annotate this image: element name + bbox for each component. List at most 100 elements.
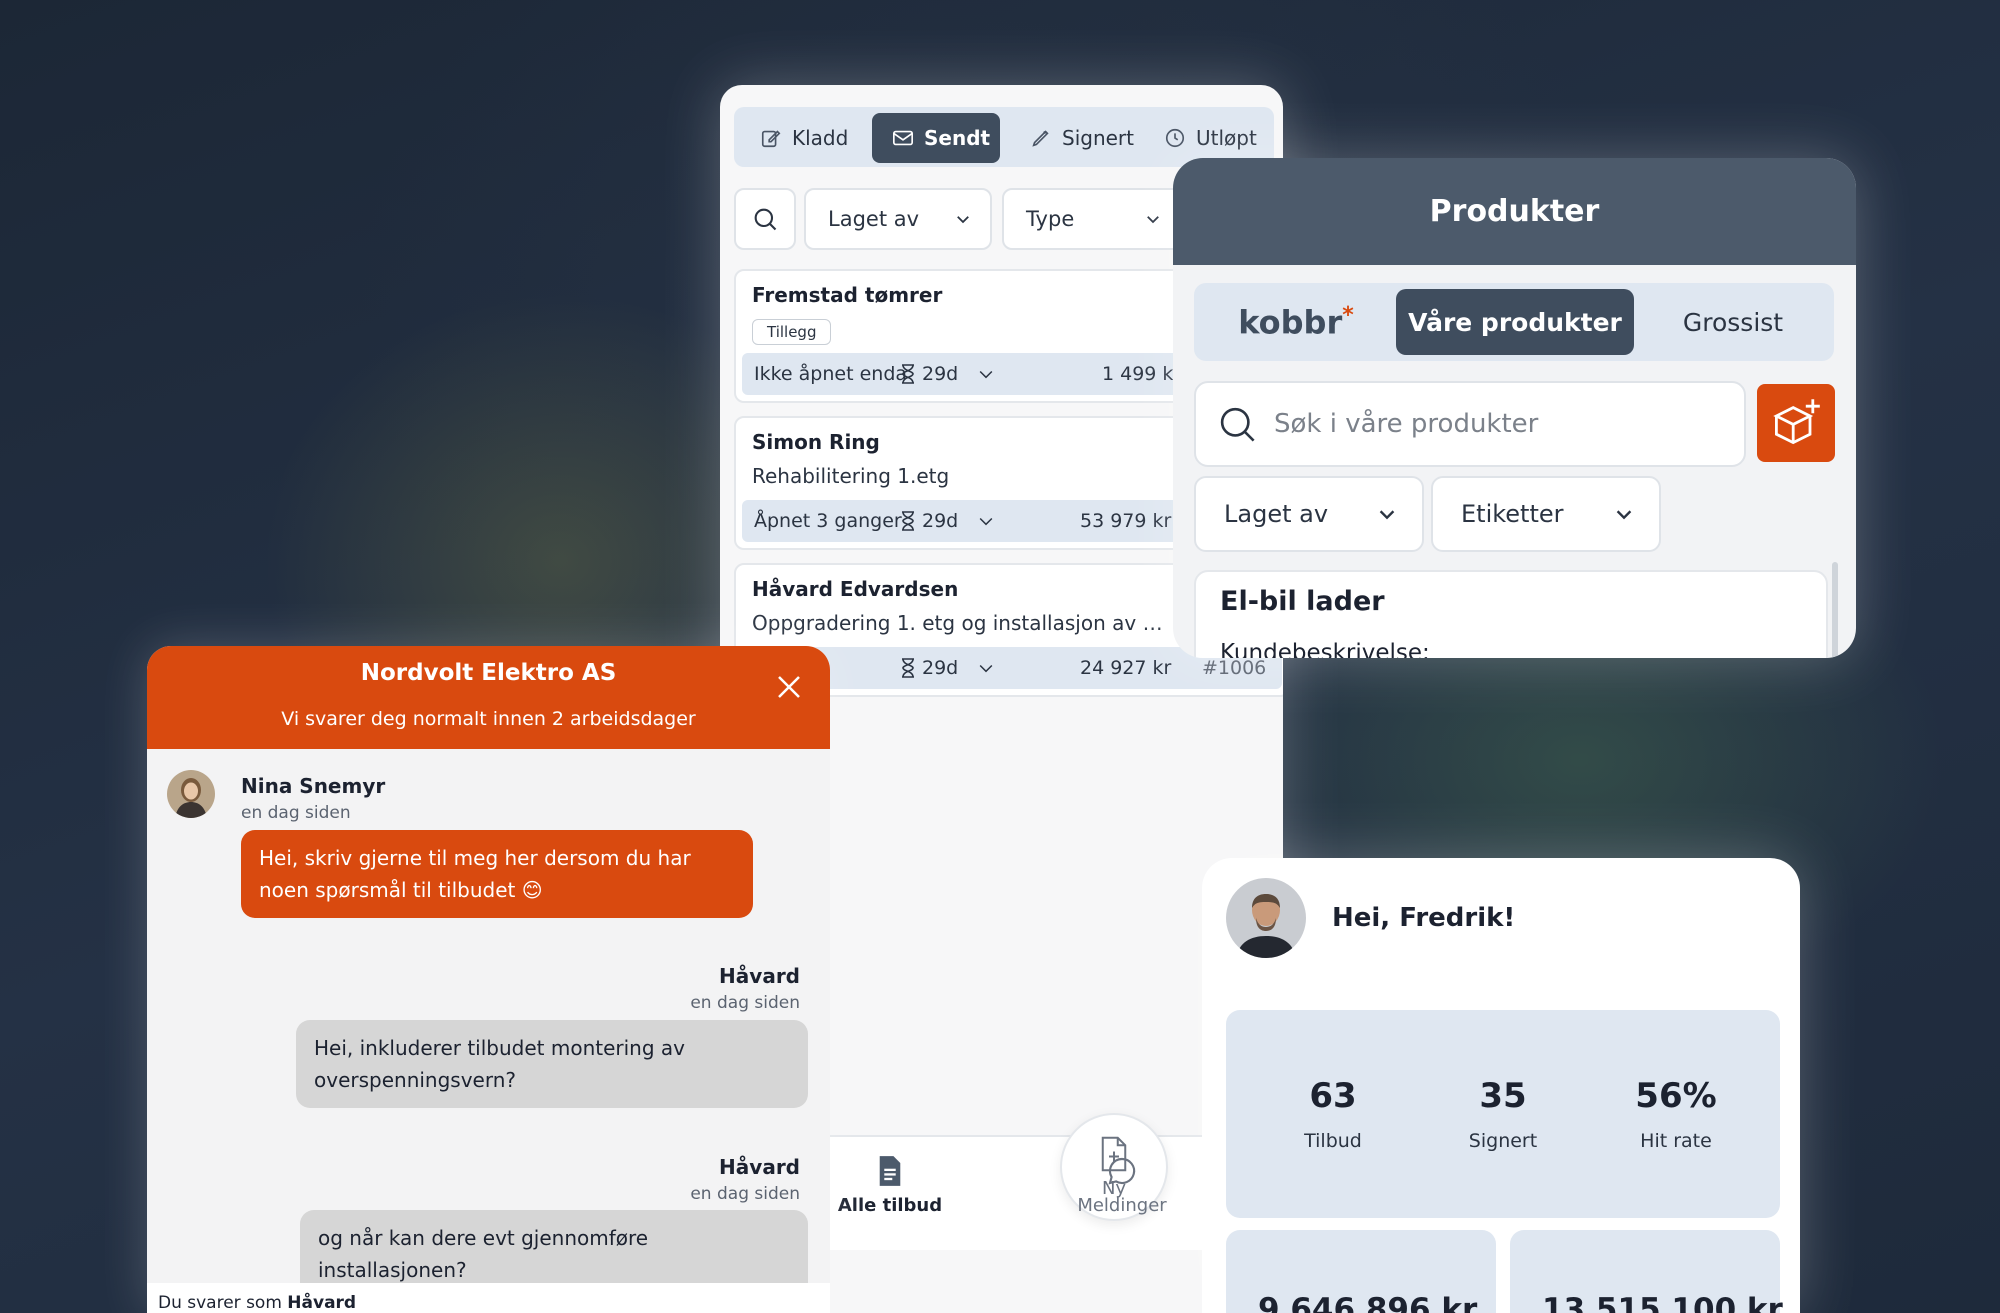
- response-time: Vi svarer deg normalt innen 2 arbeidsdag…: [281, 708, 696, 730]
- tab-our-products[interactable]: Våre produkter: [1396, 289, 1634, 355]
- message-author: Nina Snemyr: [241, 774, 386, 798]
- dashboard-panel: Hei, Fredrik! 63 Tilbud 35 Signert 56% H…: [1202, 858, 1800, 1313]
- panel-title: Produkter: [1429, 194, 1600, 229]
- chevron-down-icon[interactable]: [976, 658, 996, 678]
- message-time: en dag siden: [690, 1184, 800, 1204]
- product-search: [1194, 381, 1746, 467]
- kobbr-logo: kobbr*: [1238, 302, 1354, 342]
- product-search-input[interactable]: [1274, 409, 1694, 439]
- search-icon: [754, 208, 777, 231]
- search-button[interactable]: [734, 188, 796, 250]
- tab-signert[interactable]: Signert: [1010, 113, 1140, 163]
- clock-icon: [1165, 128, 1185, 148]
- message-time: en dag siden: [241, 803, 351, 823]
- chevron-down-icon: [1616, 510, 1632, 520]
- hourglass-icon: [902, 364, 914, 384]
- tab-label: Grossist: [1682, 307, 1784, 337]
- offer-days: 29d: [900, 510, 996, 532]
- hourglass-icon: [902, 511, 914, 531]
- message-bubble: Hei, inkluderer tilbudet montering av ov…: [296, 1020, 808, 1108]
- labels-dropdown[interactable]: Etiketter: [1431, 476, 1661, 552]
- nav-all-offers[interactable]: Alle tilbud: [830, 1155, 950, 1216]
- chat-header: Nordvolt Elektro AS Vi svarer deg normal…: [147, 646, 830, 749]
- chevron-down-icon: [957, 216, 969, 224]
- company-name: Nordvolt Elektro AS: [360, 660, 617, 686]
- dropdown-label: Laget av: [1224, 500, 1329, 528]
- offer-amount: 53 979 kr: [1080, 510, 1172, 532]
- tab-sendt[interactable]: Sendt: [872, 113, 1000, 163]
- box-plus-icon: [1773, 399, 1820, 445]
- offer-customer: Fremstad tømrer: [752, 283, 943, 307]
- edit-icon: [761, 130, 781, 148]
- message-time: en dag siden: [690, 993, 800, 1013]
- products-panel: Produkter kobbr* Våre produkter Grossist…: [1173, 158, 1856, 658]
- offer-amount: 24 927 kr: [1080, 657, 1172, 679]
- amount-card: 9 646 896 kr: [1226, 1230, 1496, 1313]
- tab-kobbr[interactable]: kobbr*: [1200, 289, 1392, 355]
- created-by-dropdown[interactable]: Laget av: [1194, 476, 1424, 552]
- offer-amount: 1 499 kr: [1102, 363, 1182, 385]
- add-product-button[interactable]: [1757, 384, 1835, 462]
- offer-days: 29d: [900, 363, 996, 385]
- days-value: 29d: [922, 510, 959, 532]
- chevron-down-icon: [1147, 216, 1159, 224]
- pen-icon: [1032, 130, 1049, 147]
- nav-messages[interactable]: Meldinger: [1062, 1155, 1182, 1216]
- close-icon[interactable]: [774, 672, 804, 702]
- offer-customer: Håvard Edvardsen: [752, 577, 959, 601]
- product-source-tabs: kobbr* Våre produkter Grossist: [1194, 283, 1834, 361]
- days-value: 29d: [922, 363, 959, 385]
- type-dropdown[interactable]: Type: [1002, 188, 1182, 250]
- greeting: Hei, Fredrik!: [1332, 903, 1516, 933]
- stat-label: Signert: [1468, 1130, 1538, 1152]
- mail-icon: [893, 130, 913, 146]
- stat-hit-rate: 56% Hit rate: [1596, 1076, 1756, 1152]
- scrollbar[interactable]: [1832, 562, 1838, 658]
- dropdown-label: Laget av: [828, 207, 920, 231]
- message-author: Håvard: [719, 1155, 800, 1179]
- stat-offers: 63 Tilbud: [1253, 1076, 1413, 1152]
- stats-summary: 63 Tilbud 35 Signert 56% Hit rate: [1226, 1010, 1780, 1218]
- tab-utlopt[interactable]: Utløpt: [1144, 113, 1272, 163]
- amount-card: 13 515 100 kr: [1510, 1230, 1783, 1313]
- chat-bubble-icon: [1108, 1157, 1136, 1185]
- stat-value: 56%: [1635, 1076, 1717, 1116]
- stat-label: Hit rate: [1640, 1130, 1712, 1152]
- offer-status: Ikke åpnet enda: [754, 363, 908, 385]
- created-by-dropdown[interactable]: Laget av: [804, 188, 992, 250]
- nav-label: Alle tilbud: [837, 1195, 943, 1216]
- offer-days: 29d: [900, 657, 996, 679]
- offer-description: Oppgradering 1. etg og installasjon av e…: [752, 611, 1172, 635]
- reply-as-label: Du svarer som Håvard: [147, 1283, 830, 1313]
- tab-label: Våre produkter: [1408, 307, 1622, 337]
- stat-value: 35: [1479, 1076, 1527, 1116]
- tab-label: Kladd: [792, 126, 849, 150]
- product-card[interactable]: El-bil lader Kundebeskrivelse:: [1194, 570, 1828, 658]
- dropdown-label: Etiketter: [1461, 500, 1564, 528]
- days-value: 29d: [922, 657, 959, 679]
- amount-value: 13 515 100 kr: [1542, 1292, 1783, 1313]
- message-author: Håvard: [719, 964, 800, 988]
- offer-tag: Tillegg: [752, 319, 832, 345]
- products-header: Produkter: [1173, 158, 1856, 265]
- tab-kladd[interactable]: Kladd: [740, 113, 868, 163]
- offer-description: Rehabilitering 1.etg: [752, 464, 950, 488]
- tab-label: Sendt: [924, 126, 991, 150]
- chevron-down-icon[interactable]: [976, 364, 996, 384]
- chat-panel: Nordvolt Elektro AS Vi svarer deg normal…: [147, 646, 830, 1313]
- tab-wholesaler[interactable]: Grossist: [1638, 289, 1828, 355]
- document-icon: [879, 1156, 901, 1186]
- product-name: El-bil lader: [1220, 586, 1385, 617]
- tab-label: Signert: [1062, 126, 1134, 150]
- stat-signed: 35 Signert: [1423, 1076, 1583, 1152]
- tab-label: Utløpt: [1196, 126, 1257, 150]
- chevron-down-icon[interactable]: [976, 511, 996, 531]
- reply-prefix: Du svarer som: [158, 1293, 282, 1313]
- amount-value: 9 646 896 kr: [1258, 1292, 1478, 1313]
- message-bubble: Hei, skriv gjerne til meg her dersom du …: [241, 830, 753, 918]
- dropdown-label: Type: [1026, 207, 1075, 231]
- user-avatar[interactable]: [1226, 878, 1306, 958]
- nav-label: Meldinger: [1077, 1195, 1167, 1216]
- offer-number: #1006: [1202, 657, 1267, 679]
- stat-value: 63: [1309, 1076, 1357, 1116]
